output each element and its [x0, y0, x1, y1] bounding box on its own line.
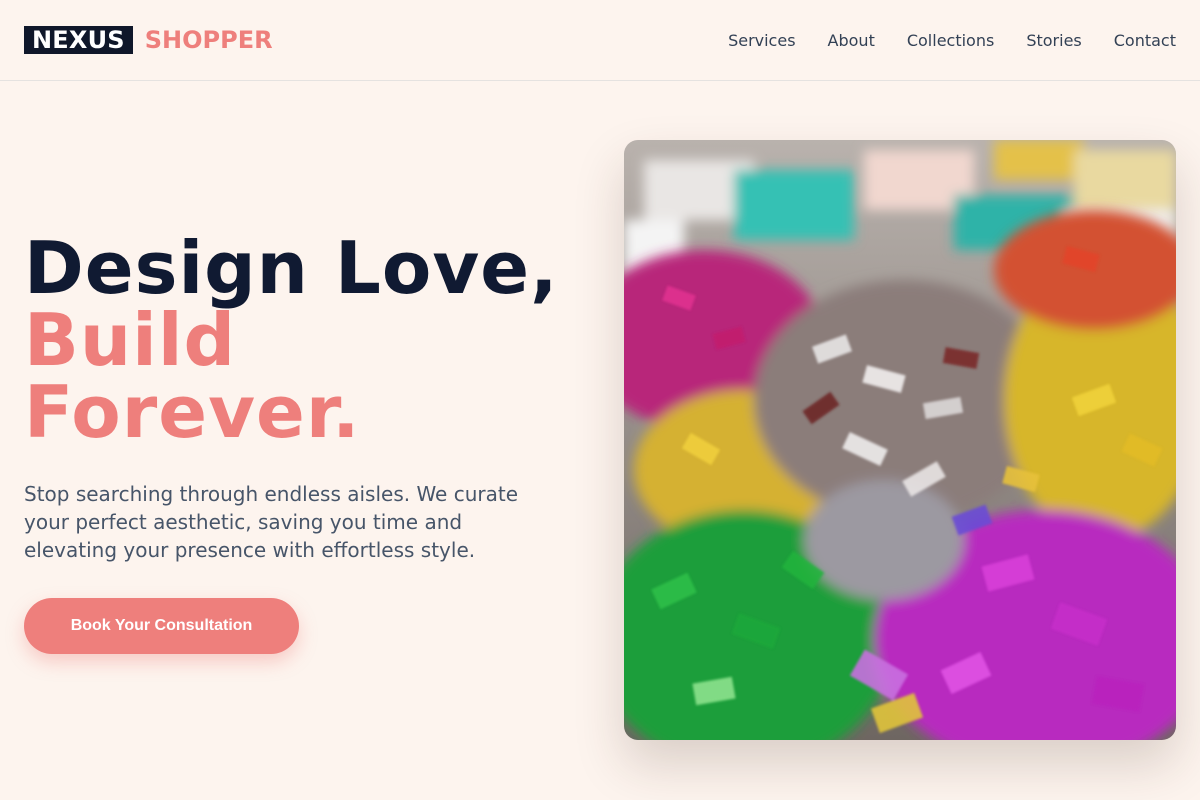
main-nav: Services About Collections Stories Conta… [728, 31, 1176, 50]
logo-name: SHOPPER [144, 26, 273, 54]
hero-heading-line-3: Forever. [24, 370, 361, 454]
logo-box: NEXUS [24, 26, 133, 54]
nav-link-contact[interactable]: Contact [1114, 31, 1176, 50]
hero-heading-line-1: Design Love, [24, 226, 559, 310]
hero-image-candy [624, 140, 1176, 740]
nav-link-collections[interactable]: Collections [907, 31, 994, 50]
hero-content: Design Love, Build Forever. Stop searchi… [24, 232, 584, 654]
hero-heading: Design Love, Build Forever. [24, 232, 584, 448]
nav-link-stories[interactable]: Stories [1026, 31, 1081, 50]
logo[interactable]: NEXUS SHOPPER [24, 26, 273, 54]
site-header: NEXUS SHOPPER Services About Collections… [0, 0, 1200, 81]
hero-description: Stop searching through endless aisles. W… [24, 482, 519, 562]
nav-link-services[interactable]: Services [728, 31, 795, 50]
book-consultation-button[interactable]: Book Your Consultation [24, 598, 299, 654]
nav-link-about[interactable]: About [828, 31, 875, 50]
candy-photo [624, 140, 1176, 740]
hero-heading-line-2: Build [24, 298, 237, 382]
